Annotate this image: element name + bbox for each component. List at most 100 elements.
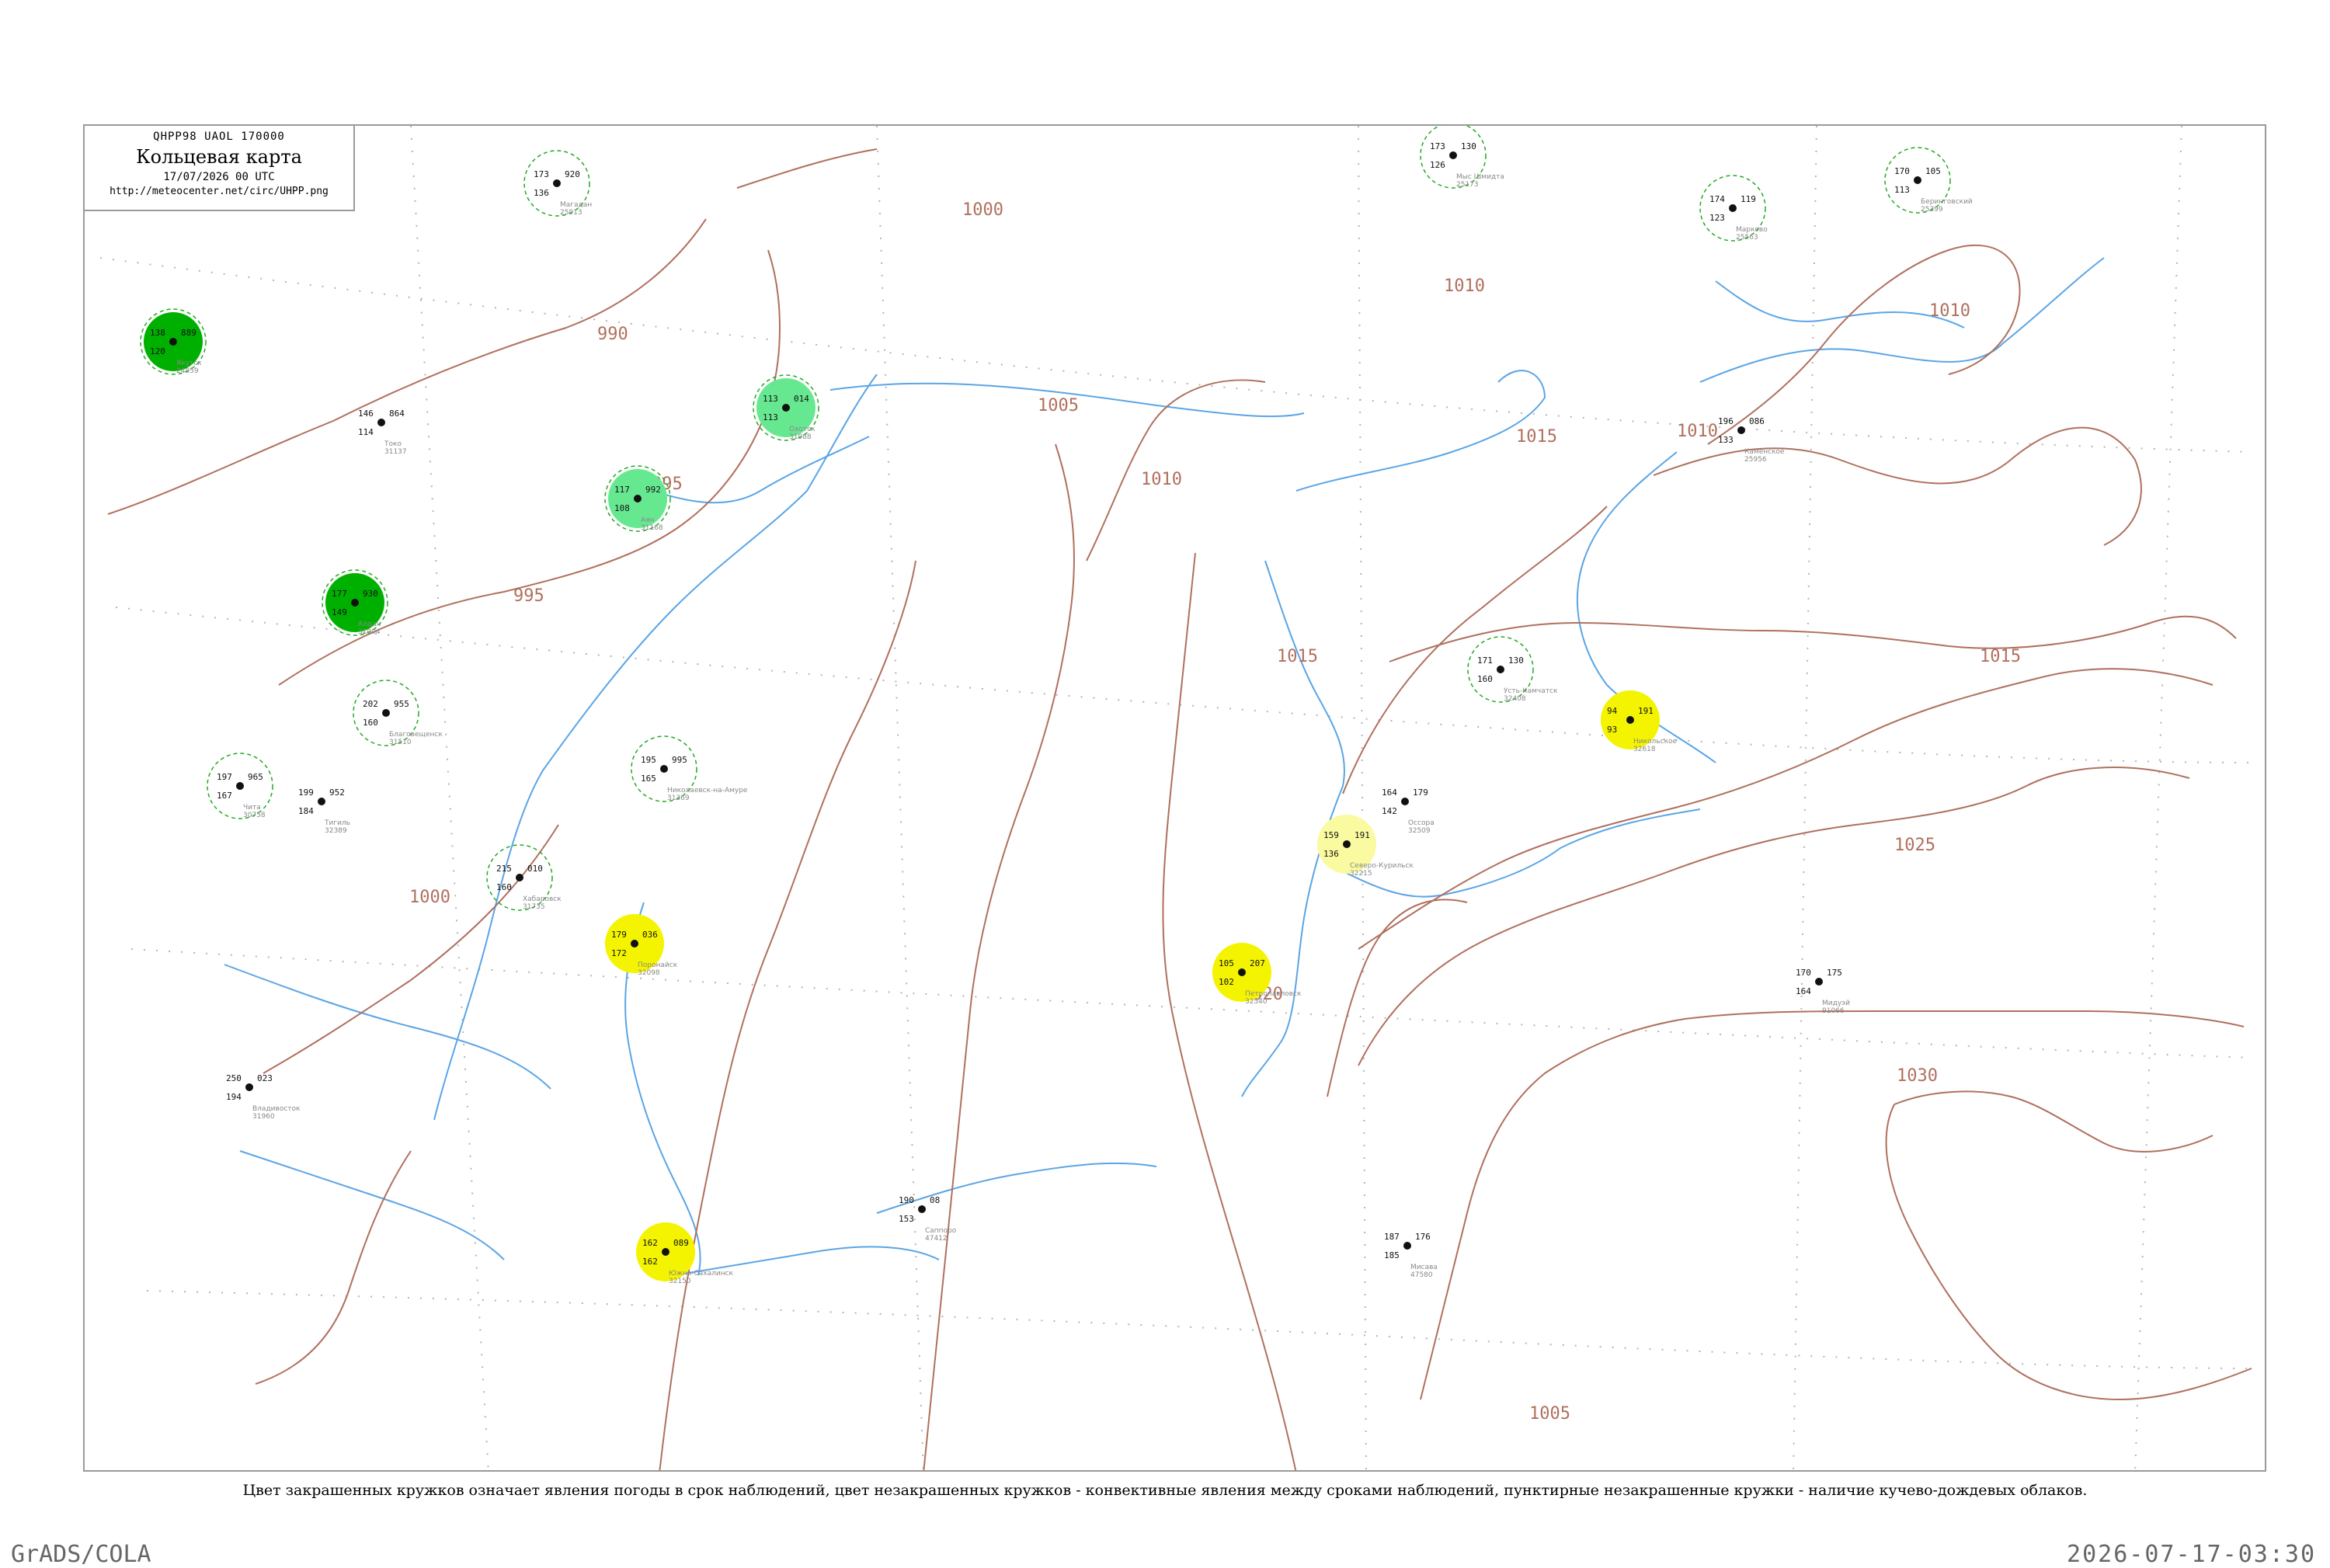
station-name: Токо <box>384 440 402 448</box>
station-30758: 197 965 167 Чита30758 <box>207 753 273 819</box>
station-name: Беринговский <box>1921 198 1973 206</box>
cloud-cover-icon <box>1403 1242 1411 1250</box>
station-value-d: 162 <box>642 1257 658 1267</box>
station-id: 31369 <box>667 794 690 802</box>
isobar-label: 1010 <box>1677 422 1718 441</box>
station-name: Петропавловск <box>1245 990 1302 998</box>
station-value-d: 172 <box>611 948 627 958</box>
isobar-label: 1005 <box>1529 1404 1570 1424</box>
isobar-label: 1015 <box>1980 647 2021 666</box>
station-31088: 113 014 113 Охотск31088 <box>753 374 819 441</box>
station-name: Хабаровск <box>523 895 562 903</box>
station-value-d: 160 <box>363 718 378 728</box>
station-id: 25399 <box>1921 206 1943 214</box>
station-value-p: 889 <box>181 328 196 338</box>
weather-stations: 199 952 184 Тигиль32389 171 130 160 Усть-Камчат… <box>140 126 1973 1285</box>
station-value-p: 920 <box>565 169 580 179</box>
cloud-cover-icon <box>1343 840 1351 848</box>
station-value-p: 014 <box>794 394 809 404</box>
station-name: Мидуэй <box>1822 1000 1850 1007</box>
map-url[interactable]: http://meteocenter.net/circ/UHPP.png <box>85 186 353 197</box>
station-id: 32215 <box>1350 870 1372 878</box>
station-value-t: 215 <box>496 864 512 874</box>
cloud-cover-icon <box>169 338 177 346</box>
station-value-d: 126 <box>1430 160 1445 170</box>
station-value-d: 108 <box>614 503 630 513</box>
station-value-p: 207 <box>1250 958 1265 968</box>
station-value-d: 160 <box>496 882 512 892</box>
station-id: 32389 <box>325 827 347 835</box>
station-31735: 215 010 160 Хабаровск31735 <box>486 844 562 911</box>
station-value-t: 164 <box>1382 787 1397 798</box>
station-id: 32540 <box>1245 998 1268 1006</box>
station-id: 24959 <box>176 367 199 375</box>
station-value-p: 930 <box>363 589 378 599</box>
station-value-t: 177 <box>332 589 347 599</box>
station-name: Владивосток <box>252 1105 301 1113</box>
station-31960: 250 023 194 Владивосток31960 <box>226 1073 301 1121</box>
station-id: 25173 <box>1456 181 1479 189</box>
cloud-cover-icon <box>631 940 638 947</box>
station-value-d: 113 <box>1894 185 1910 195</box>
station-25956: 196 086 133 Каменское25956 <box>1718 416 1785 464</box>
cloud-cover-icon <box>1497 666 1504 673</box>
station-value-t: 174 <box>1709 194 1725 204</box>
station-value-p: 191 <box>1638 706 1654 716</box>
station-name: Чита <box>243 804 261 812</box>
cloud-cover-icon <box>1815 978 1823 986</box>
station-name: Усть-Камчатск <box>1504 687 1558 695</box>
station-value-t: 146 <box>358 409 374 419</box>
station-value-d: 120 <box>150 346 165 356</box>
cloud-cover-icon <box>1626 716 1634 724</box>
cloud-cover-icon <box>782 404 790 412</box>
station-value-p: 130 <box>1508 655 1524 666</box>
station-id: 31168 <box>641 524 663 532</box>
cloud-cover-icon <box>634 495 642 502</box>
station-value-t: 202 <box>363 699 378 709</box>
cloud-cover-icon <box>1238 968 1246 976</box>
station-value-p: 130 <box>1461 141 1476 151</box>
station-value-d: 184 <box>298 806 314 816</box>
cloud-cover-icon <box>1737 426 1745 434</box>
station-value-d: 102 <box>1219 977 1234 987</box>
station-id: 31960 <box>252 1113 275 1121</box>
station-name: Охотск <box>789 426 816 433</box>
station-id: 25913 <box>560 209 582 217</box>
station-value-p: 965 <box>248 772 263 782</box>
map-date: 17/07/2026 00 UTC <box>163 171 275 183</box>
render-timestamp: 2026-07-17-03:30 <box>2067 1541 2316 1568</box>
station-value-t: 170 <box>1796 968 1811 978</box>
cloud-cover-icon <box>1449 151 1457 159</box>
station-value-d: 185 <box>1384 1250 1400 1260</box>
station-name: Магадан <box>560 201 592 209</box>
station-value-d: 142 <box>1382 806 1397 816</box>
cloud-cover-icon <box>351 599 359 607</box>
station-id: 32150 <box>669 1278 691 1285</box>
station-value-p: 992 <box>645 485 661 495</box>
map-canvas: 990 995 995 1000 1000 1005 1010 1010 1010 1010 101… <box>99 126 2252 1470</box>
station-31369: 195 995 165 Николаевск-на-Амуре31369 <box>631 735 748 802</box>
station-value-d: 153 <box>899 1214 914 1224</box>
station-value-t: 117 <box>614 485 630 495</box>
station-47580: 187 176 185 Мисава47580 <box>1384 1232 1438 1279</box>
station-id: 32098 <box>638 969 660 977</box>
cloud-cover-icon <box>553 179 561 187</box>
cloud-cover-icon <box>318 798 325 805</box>
station-name: Алдан <box>358 621 381 628</box>
station-value-d: 123 <box>1709 213 1725 223</box>
station-value-p: 995 <box>672 755 687 765</box>
station-value-d: 194 <box>226 1092 242 1102</box>
cloud-cover-icon <box>516 874 523 881</box>
station-name: Якутск <box>176 360 202 367</box>
station-name: Поронайск <box>638 961 678 969</box>
station-id: 30758 <box>243 812 266 819</box>
station-25563: 174 119 123 Марково25563 <box>1699 175 1768 242</box>
station-name: Южно-Сахалинск <box>669 1270 734 1278</box>
station-value-t: 199 <box>298 787 314 798</box>
station-32509: 164 179 142 Оссора32509 <box>1382 787 1435 835</box>
station-value-p: 08 <box>930 1195 940 1205</box>
station-value-d: 133 <box>1718 435 1734 445</box>
software-credit: GrADS/COLA <box>11 1541 151 1568</box>
station-value-t: 196 <box>1718 416 1734 426</box>
station-value-p: 119 <box>1741 194 1756 204</box>
